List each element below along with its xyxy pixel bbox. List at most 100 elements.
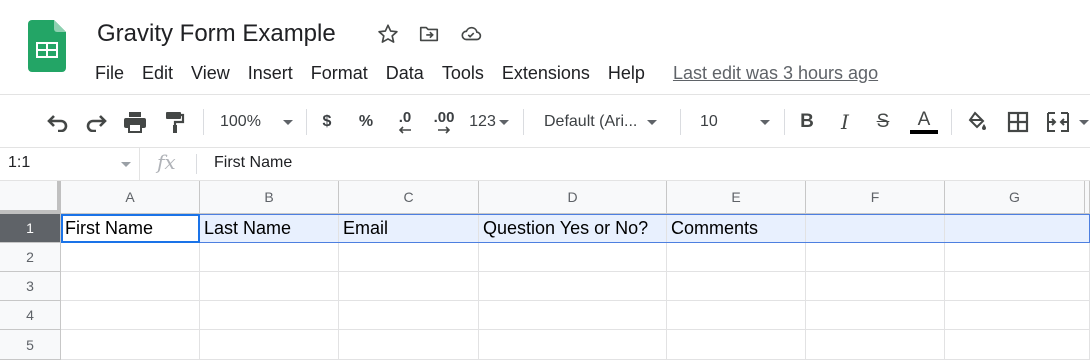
row-header-4[interactable]: 4 [0,301,61,330]
row-header-2[interactable]: 2 [0,243,61,272]
row-header-3[interactable]: 3 [0,272,61,301]
row-header-5[interactable]: 5 [0,330,61,360]
cloud-saved-icon[interactable] [459,22,483,46]
column-header-d[interactable]: D [479,181,667,214]
bold-label: B [800,111,814,132]
cell-g2[interactable] [945,243,1090,272]
paint-format-icon[interactable] [160,107,188,137]
cell-e2[interactable] [667,243,806,272]
formula-bar: 1:1 fx First Name [0,148,1090,181]
cell-c1[interactable]: Email [339,214,479,243]
bold-button[interactable]: B [794,107,820,137]
cell-e3[interactable] [667,272,806,301]
menu-view[interactable]: View [191,63,230,84]
column-header-e[interactable]: E [667,181,806,214]
cell-c2[interactable] [339,243,479,272]
row-header-1[interactable]: 1 [0,214,61,243]
print-icon[interactable] [121,107,149,137]
increase-decimal-button[interactable]: .00 [428,107,460,137]
formula-input[interactable]: First Name [214,154,292,172]
italic-button[interactable]: I [832,107,858,137]
currency-format-button[interactable]: $ [314,107,340,137]
chevron-down-icon [647,119,658,125]
column-header-g[interactable]: G [945,181,1085,214]
cell-g4[interactable] [945,301,1090,330]
cell-b4[interactable] [200,301,339,330]
menu-insert[interactable]: Insert [248,63,293,84]
cell-b1[interactable]: Last Name [200,214,339,243]
cell-g3[interactable] [945,272,1090,301]
cell-a5[interactable] [61,330,200,360]
cell-c4[interactable] [339,301,479,330]
cell-b3[interactable] [200,272,339,301]
cell-f5[interactable] [806,330,945,360]
cell-f4[interactable] [806,301,945,330]
decrease-decimal-button[interactable]: .0 [391,107,419,137]
strikethrough-button[interactable]: S [870,107,896,137]
zoom-select[interactable]: 100% [214,107,298,137]
menu-edit[interactable]: Edit [142,63,173,84]
cell-e4[interactable] [667,301,806,330]
menu-extensions[interactable]: Extensions [502,63,590,84]
cell-a3[interactable] [61,272,200,301]
percent-format-button[interactable]: % [352,107,380,137]
cell-b5[interactable] [200,330,339,360]
cell-c3[interactable] [339,272,479,301]
cell-f3[interactable] [806,272,945,301]
menu-data[interactable]: Data [386,63,424,84]
more-formats-select[interactable]: 123 [466,107,512,137]
toolbar: 100% $ % .0 .00 123 Default (Ari... 10 B… [0,94,1090,148]
name-box[interactable]: 1:1 [0,148,140,180]
cell-d3[interactable] [479,272,667,301]
chevron-down-icon [759,119,770,125]
borders-icon[interactable] [1004,107,1032,137]
more-options-chevron-icon[interactable] [1078,107,1090,137]
cell-d1[interactable]: Question Yes or No? [479,214,667,243]
arrow-left-icon [398,126,411,134]
cell-d2[interactable] [479,243,667,272]
cell-c5[interactable] [339,330,479,360]
cell-g1[interactable] [945,214,1090,243]
merge-cells-icon[interactable] [1044,107,1072,137]
column-header-c[interactable]: C [339,181,479,214]
cell-f2[interactable] [806,243,945,272]
font-family-value: Default (Ari... [544,113,638,130]
name-box-chevron-down-icon[interactable] [121,162,131,167]
cell-d4[interactable] [479,301,667,330]
font-size-select[interactable]: 10 [692,107,776,137]
redo-icon[interactable] [82,107,110,137]
last-edit-link[interactable]: Last edit was 3 hours ago [673,63,878,84]
font-family-select[interactable]: Default (Ari... [540,107,670,137]
column-header-h[interactable] [1085,181,1090,214]
document-title[interactable]: Gravity Form Example [97,20,336,48]
column-header-f[interactable]: F [806,181,945,214]
percent-label: % [358,113,374,130]
cell-a1[interactable]: First Name [61,214,200,243]
move-to-folder-icon[interactable] [417,22,441,46]
name-box-value: 1:1 [8,154,31,171]
text-color-button[interactable]: A [908,107,940,137]
cell-g5[interactable] [945,330,1090,360]
undo-icon[interactable] [44,107,72,137]
cell-a4[interactable] [61,301,200,330]
text-color-label: A [917,109,931,130]
menu-tools[interactable]: Tools [442,63,484,84]
column-header-a[interactable]: A [61,181,200,214]
menu-format[interactable]: Format [311,63,368,84]
cell-b2[interactable] [200,243,339,272]
fill-color-icon[interactable] [963,107,991,137]
menu-file[interactable]: File [95,63,124,84]
formula-separator [196,154,197,174]
menu-help[interactable]: Help [608,63,645,84]
cell-e5[interactable] [667,330,806,360]
font-size-value: 10 [700,113,718,130]
cell-d5[interactable] [479,330,667,360]
currency-label: $ [322,113,332,130]
cell-e1[interactable]: Comments [667,214,806,243]
select-all-corner[interactable] [0,181,61,214]
column-header-b[interactable]: B [200,181,339,214]
cell-f1[interactable] [806,214,945,243]
google-sheets-logo-icon[interactable] [28,20,66,72]
star-icon[interactable] [376,22,400,46]
cell-a2[interactable] [61,243,200,272]
